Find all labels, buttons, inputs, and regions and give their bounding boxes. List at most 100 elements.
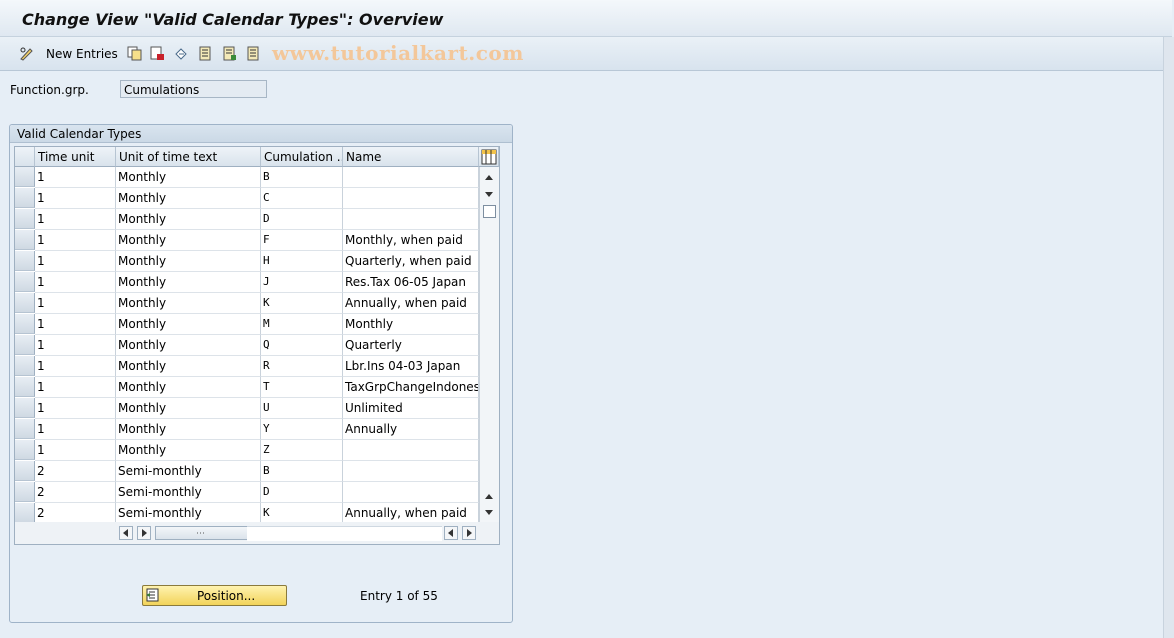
cell-unit-of-time-text[interactable]: Monthly	[116, 209, 261, 230]
cell-unit-of-time-text[interactable]: Monthly	[116, 419, 261, 440]
cell-unit-of-time-text[interactable]: Monthly	[116, 230, 261, 251]
row-selector[interactable]	[15, 377, 35, 397]
cell-name[interactable]	[343, 209, 479, 230]
cell-unit-of-time-text[interactable]: Monthly	[116, 251, 261, 272]
cell-time-unit[interactable]: 1	[35, 251, 116, 272]
cell-time-unit[interactable]: 1	[35, 377, 116, 398]
column-header-unit-of-time-text[interactable]: Unit of time text	[116, 147, 261, 167]
cell-cumulation[interactable]: M	[261, 314, 343, 335]
cell-name[interactable]: Annually, when paid	[343, 503, 479, 524]
table-row[interactable]: 1 Monthly B	[15, 167, 479, 188]
row-selector[interactable]	[15, 230, 35, 250]
scroll-down-bottom-icon[interactable]	[484, 509, 494, 517]
table-row[interactable]: 1 Monthly U Unlimited	[15, 398, 479, 419]
horizontal-scroll-thumb[interactable]	[155, 526, 248, 540]
row-selector[interactable]	[15, 419, 35, 439]
column-header-time-unit[interactable]: Time unit	[35, 147, 116, 167]
delete-icon[interactable]	[150, 46, 165, 61]
table-row[interactable]: 2 Semi-monthly D	[15, 482, 479, 503]
copy-icon[interactable]	[127, 46, 142, 61]
cell-unit-of-time-text[interactable]: Monthly	[116, 440, 261, 461]
cell-name[interactable]	[343, 461, 479, 482]
cell-unit-of-time-text[interactable]: Monthly	[116, 335, 261, 356]
select-all-icon[interactable]	[198, 46, 213, 61]
cell-unit-of-time-text[interactable]: Monthly	[116, 293, 261, 314]
row-selector[interactable]	[15, 272, 35, 292]
cell-name[interactable]: Unlimited	[343, 398, 479, 419]
row-selector[interactable]	[15, 251, 35, 271]
cell-name[interactable]: Monthly	[343, 314, 479, 335]
cell-time-unit[interactable]: 1	[35, 398, 116, 419]
cell-name[interactable]	[343, 167, 479, 188]
cell-time-unit[interactable]: 2	[35, 461, 116, 482]
select-all-rows-header[interactable]	[15, 147, 35, 167]
table-row[interactable]: 1 Monthly Q Quarterly	[15, 335, 479, 356]
cell-unit-of-time-text[interactable]: Monthly	[116, 188, 261, 209]
cell-cumulation[interactable]: Y	[261, 419, 343, 440]
cell-time-unit[interactable]: 1	[35, 293, 116, 314]
cell-cumulation[interactable]: D	[261, 482, 343, 503]
cell-name[interactable]: Quarterly	[343, 335, 479, 356]
table-row[interactable]: 1 Monthly M Monthly	[15, 314, 479, 335]
cell-unit-of-time-text[interactable]: Monthly	[116, 272, 261, 293]
cell-cumulation[interactable]: B	[261, 461, 343, 482]
cell-cumulation[interactable]: C	[261, 188, 343, 209]
cell-cumulation[interactable]: T	[261, 377, 343, 398]
cell-time-unit[interactable]: 1	[35, 188, 116, 209]
scroll-thumb[interactable]	[483, 205, 496, 218]
scroll-up-bottom-icon[interactable]	[484, 492, 494, 500]
position-button[interactable]: Position...	[142, 585, 287, 606]
cell-cumulation[interactable]: Q	[261, 335, 343, 356]
column-header-cumulation[interactable]: Cumulation ...	[261, 147, 343, 167]
table-settings-button[interactable]	[479, 147, 499, 167]
table-row[interactable]: 1 Monthly J Res.Tax 06-05 Japan	[15, 272, 479, 293]
deselect-all-icon[interactable]	[246, 46, 261, 61]
table-row[interactable]: 1 Monthly F Monthly, when paid	[15, 230, 479, 251]
table-row[interactable]: 1 Monthly T TaxGrpChangeIndones.	[15, 377, 479, 398]
window-scrollbar[interactable]	[1163, 37, 1174, 638]
cell-unit-of-time-text[interactable]: Monthly	[116, 167, 261, 188]
cell-cumulation[interactable]: U	[261, 398, 343, 419]
row-selector[interactable]	[15, 314, 35, 334]
undo-icon[interactable]	[174, 46, 189, 61]
scroll-down-icon[interactable]	[484, 191, 494, 199]
row-selector[interactable]	[15, 440, 35, 460]
cell-cumulation[interactable]: R	[261, 356, 343, 377]
horizontal-scroll-track[interactable]	[247, 526, 442, 541]
row-selector[interactable]	[15, 335, 35, 355]
cell-name[interactable]: Annually	[343, 419, 479, 440]
table-row[interactable]: 1 Monthly Z	[15, 440, 479, 461]
cell-time-unit[interactable]: 1	[35, 209, 116, 230]
cell-name[interactable]: Res.Tax 06-05 Japan	[343, 272, 479, 293]
table-row[interactable]: 1 Monthly D	[15, 209, 479, 230]
table-row[interactable]: 1 Monthly R Lbr.Ins 04-03 Japan	[15, 356, 479, 377]
cell-cumulation[interactable]: K	[261, 503, 343, 524]
row-selector[interactable]	[15, 398, 35, 418]
scroll-up-icon[interactable]	[484, 173, 494, 181]
row-selector[interactable]	[15, 503, 35, 523]
table-row[interactable]: 1 Monthly C	[15, 188, 479, 209]
cell-name[interactable]	[343, 482, 479, 503]
table-row[interactable]: 1 Monthly Y Annually	[15, 419, 479, 440]
cell-time-unit[interactable]: 1	[35, 230, 116, 251]
row-selector[interactable]	[15, 356, 35, 376]
row-selector[interactable]	[15, 188, 35, 208]
cell-cumulation[interactable]: J	[261, 272, 343, 293]
scroll-left-button[interactable]	[119, 526, 133, 540]
scroll-right-button-2[interactable]	[462, 526, 476, 540]
cell-cumulation[interactable]: H	[261, 251, 343, 272]
cell-unit-of-time-text[interactable]: Semi-monthly	[116, 461, 261, 482]
cell-time-unit[interactable]: 1	[35, 272, 116, 293]
cell-unit-of-time-text[interactable]: Monthly	[116, 356, 261, 377]
cell-unit-of-time-text[interactable]: Monthly	[116, 398, 261, 419]
cell-time-unit[interactable]: 1	[35, 440, 116, 461]
cell-time-unit[interactable]: 1	[35, 167, 116, 188]
row-selector[interactable]	[15, 293, 35, 313]
cell-time-unit[interactable]: 1	[35, 335, 116, 356]
table-vertical-scrollbar[interactable]	[479, 167, 499, 522]
table-row[interactable]: 2 Semi-monthly B	[15, 461, 479, 482]
pencil-glasses-icon[interactable]	[19, 46, 34, 61]
cell-cumulation[interactable]: B	[261, 167, 343, 188]
row-selector[interactable]	[15, 461, 35, 481]
cell-cumulation[interactable]: K	[261, 293, 343, 314]
